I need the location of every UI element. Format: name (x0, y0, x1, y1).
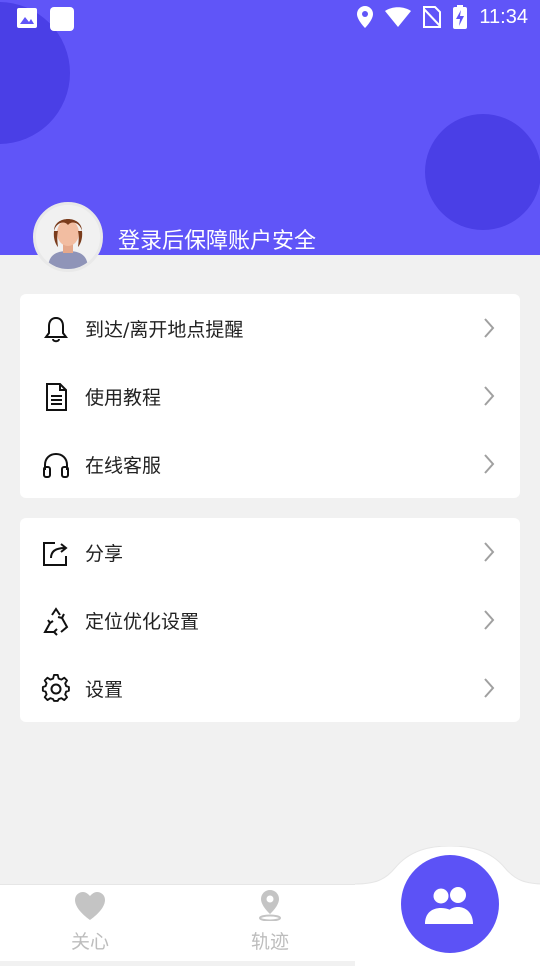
menu-item-settings[interactable]: 设置 (20, 654, 520, 722)
clock: 11:34 (479, 5, 528, 28)
avatar[interactable] (33, 202, 103, 272)
chevron-right-icon (484, 318, 495, 338)
menu-item-location-optimization[interactable]: 定位优化设置 (20, 586, 520, 654)
menu-item-label: 定位优化设置 (85, 610, 200, 633)
people-icon (425, 887, 473, 924)
menu-item-tutorial[interactable]: 使用教程 (20, 362, 520, 430)
nav-item-label: 关心 (70, 931, 109, 953)
share-icon (43, 542, 68, 566)
gear-icon (41, 674, 70, 702)
people-button[interactable] (401, 855, 499, 953)
document-icon (46, 383, 67, 411)
no-sim-icon (423, 6, 442, 28)
bell-icon (44, 316, 68, 343)
user-avatar-icon (36, 205, 100, 269)
menu-item-label: 使用教程 (85, 386, 162, 409)
chevron-right-icon (484, 678, 495, 698)
heart-icon (75, 892, 105, 920)
menu-card-2: 分享 定位优化设置 设置 (20, 518, 520, 722)
menu-item-share[interactable]: 分享 (20, 518, 520, 586)
chevron-right-icon (484, 542, 495, 562)
menu-item-label: 设置 (85, 678, 124, 701)
chevron-right-icon (484, 610, 495, 630)
decorative-circle (425, 114, 540, 230)
login-prompt[interactable]: 登录后保障账户安全 (118, 223, 316, 255)
menu-item-label: 在线客服 (85, 454, 162, 477)
menu-card-1: 到达/离开地点提醒 使用教程 在线客服 (20, 294, 520, 498)
menu-item-online-support[interactable]: 在线客服 (20, 430, 520, 498)
location-pin-icon (357, 6, 374, 28)
location-icon (259, 890, 281, 922)
headphones-icon (43, 452, 69, 478)
wifi-icon (385, 7, 412, 27)
chevron-right-icon (484, 386, 495, 406)
nav-item-care[interactable]: 关心 (30, 885, 150, 954)
battery-charging-icon (453, 5, 468, 29)
image-icon (17, 8, 37, 28)
nav-item-label: 轨迹 (250, 931, 289, 953)
menu-item-label: 分享 (85, 542, 124, 565)
nav-item-track[interactable]: 轨迹 (210, 885, 330, 954)
status-bar: 11:34 (0, 0, 540, 38)
chevron-right-icon (484, 454, 495, 474)
recycle-icon (43, 607, 69, 636)
menu-item-label: 到达/离开地点提醒 (85, 318, 244, 341)
square-icon (50, 7, 74, 31)
menu-item-arrival-reminder[interactable]: 到达/离开地点提醒 (20, 294, 520, 362)
